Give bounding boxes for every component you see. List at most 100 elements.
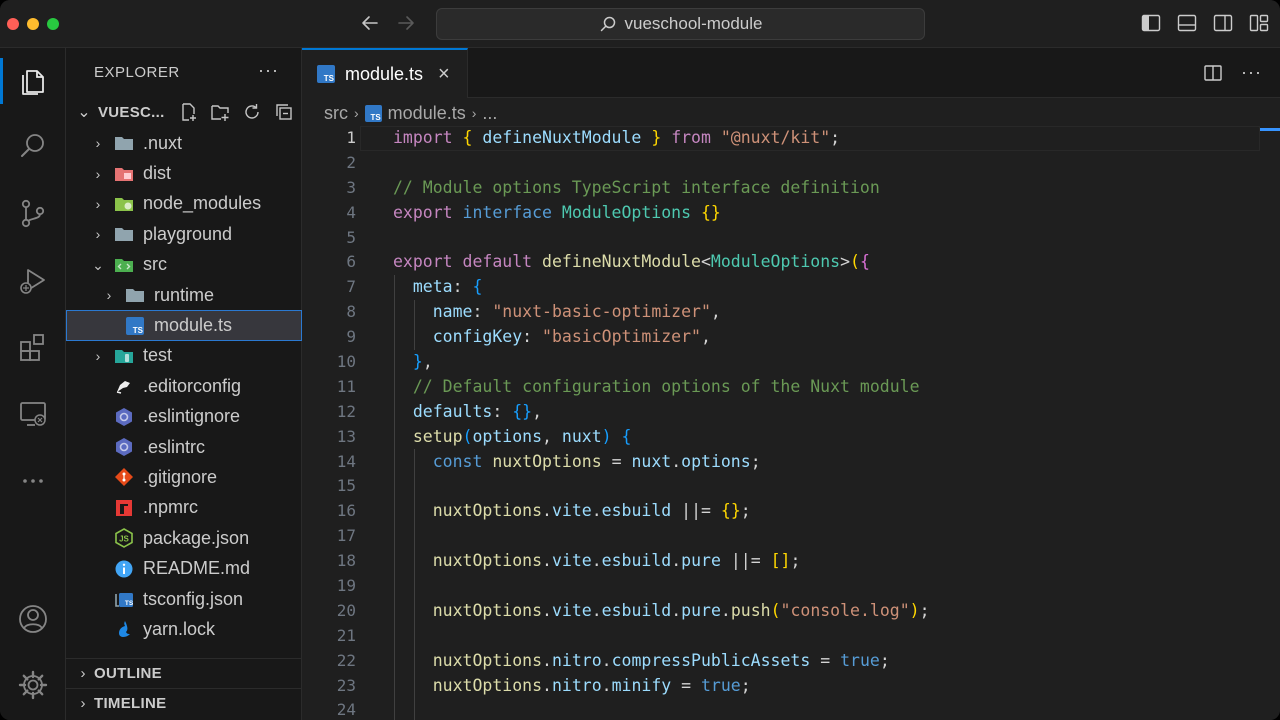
svg-text:JS: JS <box>119 535 129 544</box>
line-number: 15 <box>336 476 356 496</box>
command-center-search[interactable]: vueschool-module <box>436 8 925 40</box>
code-line[interactable]: 17 <box>302 524 1280 549</box>
code-line[interactable]: 21 <box>302 624 1280 649</box>
line-number: 16 <box>336 501 356 521</box>
code-text: meta: { <box>412 277 483 297</box>
tree-item-runtime[interactable]: › runtime <box>66 280 302 310</box>
explorer-button[interactable] <box>13 61 53 101</box>
extensions-button[interactable] <box>13 327 53 367</box>
timeline-section-header[interactable]: › TIMELINE <box>66 688 302 718</box>
manage-settings-button[interactable] <box>13 665 53 705</box>
workspace-folder-name: VUESC... <box>98 103 165 121</box>
close-window-button[interactable] <box>7 18 19 30</box>
code-line[interactable]: 5 <box>302 226 1280 251</box>
outline-section-header[interactable]: › OUTLINE <box>66 658 302 688</box>
source-control-button[interactable] <box>13 193 53 233</box>
new-file-icon[interactable] <box>178 102 198 122</box>
code-line[interactable]: 1 import { defineNuxtModule } from "@nuxt… <box>302 126 1280 151</box>
maximize-window-button[interactable] <box>47 18 59 30</box>
run-debug-icon <box>20 269 45 294</box>
source-control-icon <box>21 199 45 228</box>
split-editor-icon[interactable] <box>1203 63 1223 83</box>
search-button[interactable] <box>13 126 53 166</box>
more-views-button[interactable] <box>13 459 53 499</box>
more-icon <box>23 479 43 483</box>
code-line[interactable]: 15 <box>302 474 1280 499</box>
run-debug-button[interactable] <box>13 261 53 301</box>
code-line[interactable]: 4 export interface ModuleOptions {} <box>302 201 1280 226</box>
new-folder-icon[interactable] <box>210 102 230 122</box>
code-editor[interactable]: 1 import { defineNuxtModule } from "@nuxt… <box>302 126 1280 720</box>
settings-gear-icon <box>18 670 48 700</box>
code-line[interactable]: 20 nuxtOptions.vite.esbuild.pure.push("c… <box>302 599 1280 624</box>
line-number: 8 <box>346 302 356 322</box>
tree-item-eslintrc[interactable]: .eslintrc <box>66 432 302 462</box>
workspace-section-header[interactable]: ⌄ VUESC... <box>66 98 302 126</box>
tree-item-label: .nuxt <box>143 132 183 153</box>
extensions-icon <box>20 334 44 361</box>
eslint-icon <box>116 407 132 426</box>
go-back-button[interactable] <box>358 12 382 36</box>
tree-item-node-modules[interactable]: › node_modules <box>66 189 302 219</box>
remote-explorer-button[interactable] <box>13 394 53 434</box>
tree-item-readme[interactable]: README.md <box>66 553 302 583</box>
code-line[interactable]: 12 defaults: {}, <box>302 400 1280 425</box>
line-number: 7 <box>346 277 356 297</box>
tree-item-label: dist <box>143 163 172 184</box>
tree-item-tsconfig[interactable]: TS tsconfig.json <box>66 584 302 614</box>
tree-item-npmrc[interactable]: .npmrc <box>66 493 302 523</box>
code-line[interactable]: 7 meta: { <box>302 275 1280 300</box>
code-line[interactable]: 19 <box>302 574 1280 599</box>
refresh-icon[interactable] <box>242 102 262 122</box>
title-bar: vueschool-module <box>0 0 1280 48</box>
code-line[interactable]: 10 }, <box>302 350 1280 375</box>
tree-item-package-json[interactable]: JS package.json <box>66 523 302 553</box>
editor-more-actions[interactable]: ··· <box>1241 62 1262 83</box>
tree-item-nuxt[interactable]: › .nuxt <box>66 128 302 158</box>
code-line[interactable]: 22 nuxtOptions.nitro.compressPublicAsset… <box>302 649 1280 674</box>
breadcrumb-item-symbol[interactable]: ... <box>482 103 497 124</box>
code-line[interactable]: 6 export default defineNuxtModule<ModuleO… <box>302 250 1280 275</box>
code-line[interactable]: 9 configKey: "basicOptimizer", <box>302 325 1280 350</box>
chevron-right-icon: › <box>95 165 101 182</box>
toggle-secondary-sidebar-icon[interactable] <box>1212 12 1234 34</box>
tab-module-ts[interactable]: module.ts × <box>302 48 468 98</box>
code-line[interactable]: 13 setup(options, nuxt) { <box>302 425 1280 450</box>
collapse-all-icon[interactable] <box>274 102 294 122</box>
code-line[interactable]: 2 <box>302 151 1280 176</box>
toggle-primary-sidebar-icon[interactable] <box>1140 12 1162 34</box>
code-line[interactable]: 3 // Module options TypeScript interface … <box>302 176 1280 201</box>
code-line[interactable]: 11 // Default configuration options of t… <box>302 375 1280 400</box>
explorer-more-actions[interactable]: ··· <box>258 60 279 81</box>
tree-item-playground[interactable]: › playground <box>66 219 302 249</box>
code-line[interactable]: 23 nuxtOptions.nitro.minify = true; <box>302 674 1280 699</box>
go-forward-button[interactable] <box>394 12 418 36</box>
toggle-panel-icon[interactable] <box>1176 12 1198 34</box>
tree-item-dist[interactable]: › dist <box>66 158 302 188</box>
code-line[interactable]: 16 nuxtOptions.vite.esbuild ||= {}; <box>302 499 1280 524</box>
typescript-file-icon <box>317 65 335 83</box>
tree-item-test[interactable]: › test <box>66 341 302 371</box>
tab-close-button[interactable]: × <box>438 63 450 86</box>
code-line[interactable]: 18 nuxtOptions.vite.esbuild.pure ||= []; <box>302 549 1280 574</box>
breadcrumb-item-module-ts[interactable]: module.ts <box>388 103 466 124</box>
code-text: nuxtOptions.nitro.minify = true; <box>432 675 751 695</box>
tree-item-yarn-lock[interactable]: yarn.lock <box>66 614 302 644</box>
tree-item-editorconfig[interactable]: .editorconfig <box>66 371 302 401</box>
code-line[interactable]: 24 <box>302 698 1280 720</box>
tree-item-module-ts[interactable]: module.ts <box>66 310 302 341</box>
tree-item-gitignore[interactable]: .gitignore <box>66 462 302 492</box>
minimize-window-button[interactable] <box>27 18 39 30</box>
svg-text:TS: TS <box>125 600 134 607</box>
customize-layout-icon[interactable] <box>1248 12 1270 34</box>
tree-item-src[interactable]: ⌄ src <box>66 250 302 280</box>
line-number: 21 <box>336 625 356 645</box>
code-line[interactable]: 8 name: "nuxt-basic-optimizer", <box>302 300 1280 325</box>
line-number: 5 <box>346 227 356 247</box>
tree-item-label: src <box>143 254 167 275</box>
breadcrumb-item-src[interactable]: src <box>324 103 348 124</box>
accounts-button[interactable] <box>13 599 53 639</box>
code-line[interactable]: 14 const nuxtOptions = nuxt.options; <box>302 450 1280 475</box>
tree-item-eslintignore[interactable]: .eslintignore <box>66 402 302 432</box>
code-text: name: "nuxt-basic-optimizer", <box>432 302 721 322</box>
